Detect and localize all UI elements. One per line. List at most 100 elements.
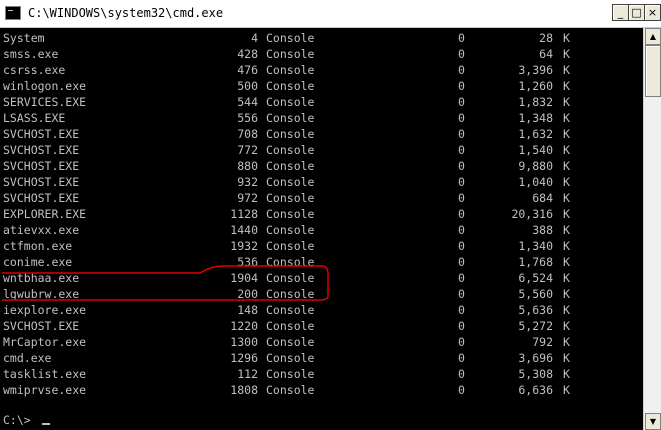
process-pid: 880 xyxy=(237,159,258,173)
memory-usage: 5,636 xyxy=(518,303,553,317)
memory-unit: K xyxy=(563,367,570,381)
window-title: C:\WINDOWS\system32\cmd.exe xyxy=(28,6,224,20)
memory-unit: K xyxy=(563,287,570,301)
process-pid: 932 xyxy=(237,175,258,189)
memory-usage: 1,832 xyxy=(518,95,553,109)
session-number: 0 xyxy=(458,159,465,173)
session-number: 0 xyxy=(458,255,465,269)
scroll-up-button[interactable]: ▲ xyxy=(645,28,661,45)
process-pid: 1296 xyxy=(230,351,258,365)
memory-unit: K xyxy=(563,79,570,93)
memory-unit: K xyxy=(563,143,570,157)
process-name: iexplore.exe xyxy=(3,303,87,317)
memory-usage: 9,880 xyxy=(518,159,553,173)
memory-usage: 64 xyxy=(539,47,553,61)
process-pid: 544 xyxy=(237,95,258,109)
session-name: Console xyxy=(266,223,315,237)
memory-unit: K xyxy=(563,95,570,109)
session-number: 0 xyxy=(458,367,465,381)
memory-unit: K xyxy=(563,207,570,221)
memory-usage: 20,316 xyxy=(511,207,553,221)
session-number: 0 xyxy=(458,271,465,285)
minimize-button[interactable]: _ xyxy=(612,4,629,21)
session-name: Console xyxy=(266,207,315,221)
memory-usage: 684 xyxy=(532,191,553,205)
process-pid: 200 xyxy=(237,287,258,301)
session-name: Console xyxy=(266,191,315,205)
process-name: winlogon.exe xyxy=(3,79,87,93)
session-number: 0 xyxy=(458,335,465,349)
process-name: SVCHOST.EXE xyxy=(3,127,80,141)
process-pid: 972 xyxy=(237,191,258,205)
text-cursor xyxy=(42,423,50,425)
process-pid: 1808 xyxy=(230,383,258,397)
memory-unit: K xyxy=(563,383,570,397)
session-name: Console xyxy=(266,335,315,349)
memory-unit: K xyxy=(563,159,570,173)
session-name: Console xyxy=(266,127,315,141)
memory-unit: K xyxy=(563,303,570,317)
close-button[interactable]: × xyxy=(644,4,661,21)
scroll-down-button[interactable]: ▼ xyxy=(645,413,661,430)
session-number: 0 xyxy=(458,319,465,333)
process-pid: 148 xyxy=(237,303,258,317)
process-name: EXPLORER.EXE xyxy=(3,207,87,221)
process-name: SVCHOST.EXE xyxy=(3,159,80,173)
session-number: 0 xyxy=(458,111,465,125)
session-name: Console xyxy=(266,383,315,397)
maximize-button[interactable]: □ xyxy=(628,4,645,21)
session-number: 0 xyxy=(458,191,465,205)
title-bar[interactable]: C:\WINDOWS\system32\cmd.exe _ □ × xyxy=(0,0,661,28)
session-name: Console xyxy=(266,319,315,333)
memory-unit: K xyxy=(563,31,570,45)
process-name: LSASS.EXE xyxy=(3,111,66,125)
process-pid: 428 xyxy=(237,47,258,61)
memory-unit: K xyxy=(563,63,570,77)
memory-unit: K xyxy=(563,47,570,61)
session-name: Console xyxy=(266,303,315,317)
session-number: 0 xyxy=(458,31,465,45)
session-number: 0 xyxy=(458,95,465,109)
scroll-thumb[interactable] xyxy=(645,45,661,97)
console-output[interactable]: System 4 Console 0 28 Ksmss.exe 428 Console 0 64 K… xyxy=(0,28,643,430)
session-name: Console xyxy=(266,143,315,157)
process-pid: 708 xyxy=(237,127,258,141)
process-name: wmiprvse.exe xyxy=(3,383,87,397)
memory-usage: 5,272 xyxy=(518,319,553,333)
process-name: SVCHOST.EXE xyxy=(3,175,80,189)
memory-unit: K xyxy=(563,175,570,189)
console-icon[interactable] xyxy=(5,6,21,20)
session-name: Console xyxy=(266,111,315,125)
memory-unit: K xyxy=(563,351,570,365)
memory-unit: K xyxy=(563,223,570,237)
process-pid: 476 xyxy=(237,63,258,77)
process-name: System xyxy=(3,31,45,45)
process-pid: 556 xyxy=(237,111,258,125)
memory-unit: K xyxy=(563,319,570,333)
process-name: wntbhaa.exe xyxy=(3,271,80,285)
vertical-scrollbar[interactable]: ▲ ▼ xyxy=(643,28,661,430)
session-number: 0 xyxy=(458,383,465,397)
session-number: 0 xyxy=(458,223,465,237)
memory-usage: 1,348 xyxy=(518,111,553,125)
memory-usage: 1,340 xyxy=(518,239,553,253)
memory-usage: 3,396 xyxy=(518,63,553,77)
session-name: Console xyxy=(266,239,315,253)
memory-usage: 1,040 xyxy=(518,175,553,189)
process-name: conime.exe xyxy=(3,255,73,269)
process-name: smss.exe xyxy=(3,47,59,61)
memory-usage: 1,540 xyxy=(518,143,553,157)
session-number: 0 xyxy=(458,303,465,317)
process-pid: 536 xyxy=(237,255,258,269)
command-prompt[interactable]: C:\> xyxy=(3,413,31,427)
session-name: Console xyxy=(266,63,315,77)
session-name: Console xyxy=(266,367,315,381)
process-name: cmd.exe xyxy=(3,351,52,365)
memory-unit: K xyxy=(563,191,570,205)
memory-unit: K xyxy=(563,127,570,141)
process-pid: 1440 xyxy=(230,223,258,237)
session-number: 0 xyxy=(458,63,465,77)
memory-usage: 792 xyxy=(532,335,553,349)
process-pid: 772 xyxy=(237,143,258,157)
process-name: SERVICES.EXE xyxy=(3,95,87,109)
